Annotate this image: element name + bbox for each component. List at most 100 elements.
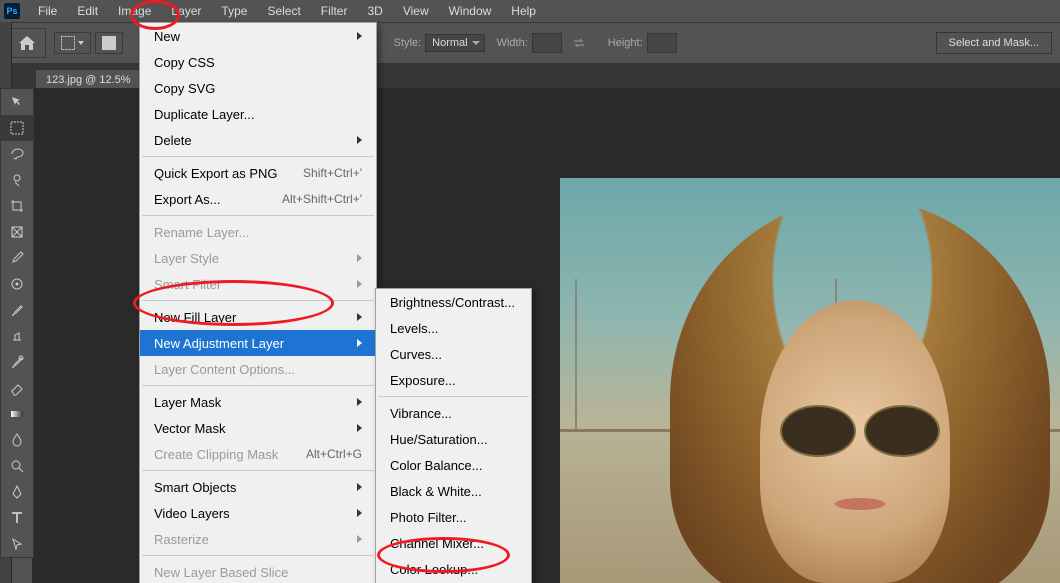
dodge-tool[interactable] — [1, 453, 33, 479]
adjustment-menu-channel-mixer[interactable]: Channel Mixer... — [376, 530, 531, 556]
menu-type[interactable]: Type — [211, 1, 257, 21]
menu-item-label: Rename Layer... — [154, 225, 249, 240]
layer-menu-new-adjustment-layer[interactable]: New Adjustment Layer — [140, 330, 376, 356]
swap-icon[interactable] — [572, 36, 586, 50]
type-tool[interactable] — [1, 505, 33, 531]
quick-select-tool[interactable] — [1, 167, 33, 193]
menu-item-label: New Layer Based Slice — [154, 565, 288, 580]
menu-item-label: New Fill Layer — [154, 310, 236, 325]
blur-tool-icon — [9, 432, 25, 448]
brush-tool-icon — [9, 302, 25, 318]
menu-file[interactable]: File — [28, 1, 67, 21]
menu-edit[interactable]: Edit — [67, 1, 108, 21]
layer-menu-layer-mask[interactable]: Layer Mask — [140, 389, 376, 415]
height-label: Height: — [608, 37, 643, 49]
menu-item-label: Copy CSS — [154, 55, 215, 70]
path-select-tool-icon — [9, 536, 25, 552]
spot-heal-tool-icon — [9, 276, 25, 292]
type-tool-icon — [9, 510, 25, 526]
menu-item-shortcut: Alt+Shift+Ctrl+' — [282, 192, 362, 206]
submenu-arrow-icon — [357, 339, 362, 347]
adjustment-menu-color-balance[interactable]: Color Balance... — [376, 452, 531, 478]
gradient-tool[interactable] — [1, 401, 33, 427]
adjustment-menu-hue-saturation[interactable]: Hue/Saturation... — [376, 426, 531, 452]
menu-item-label: New — [154, 29, 180, 44]
menu-item-label: Quick Export as PNG — [154, 166, 278, 181]
document-image — [560, 178, 1060, 583]
layer-menu-delete[interactable]: Delete — [140, 127, 376, 153]
lasso-tool[interactable] — [1, 141, 33, 167]
menu-item-label: Levels... — [390, 321, 438, 336]
layer-menu-new[interactable]: New — [140, 23, 376, 49]
move-tool[interactable] — [1, 89, 33, 115]
adjustment-menu-brightness-contrast[interactable]: Brightness/Contrast... — [376, 289, 531, 315]
menu-item-label: Photo Filter... — [390, 510, 467, 525]
move-tool-icon — [9, 94, 25, 110]
layer-menu-separator — [142, 215, 374, 216]
menu-window[interactable]: Window — [439, 1, 502, 21]
adjustment-menu-separator — [378, 396, 529, 397]
rectangular-marquee-tool[interactable] — [1, 115, 33, 141]
frame-tool[interactable] — [1, 219, 33, 245]
clone-stamp-tool[interactable] — [1, 323, 33, 349]
eraser-tool[interactable] — [1, 375, 33, 401]
path-select-tool[interactable] — [1, 531, 33, 557]
layer-menu-vector-mask[interactable]: Vector Mask — [140, 415, 376, 441]
history-brush-tool[interactable] — [1, 349, 33, 375]
menu-image[interactable]: Image — [108, 1, 161, 21]
marquee-boolean-button[interactable] — [95, 32, 123, 54]
layer-menu-quick-export-as-png[interactable]: Quick Export as PNG Shift+Ctrl+' — [140, 160, 376, 186]
layer-menu-new-layer-based-slice: New Layer Based Slice — [140, 559, 376, 583]
spot-heal-tool[interactable] — [1, 271, 33, 297]
menu-item-shortcut: Shift+Ctrl+' — [303, 166, 362, 180]
adjustment-menu-levels[interactable]: Levels... — [376, 315, 531, 341]
brush-tool[interactable] — [1, 297, 33, 323]
blur-tool[interactable] — [1, 427, 33, 453]
crop-tool[interactable] — [1, 193, 33, 219]
menu-item-label: Vibrance... — [390, 406, 452, 421]
layer-menu-separator — [142, 156, 374, 157]
menu-item-label: Hue/Saturation... — [390, 432, 488, 447]
layer-menu-copy-css[interactable]: Copy CSS — [140, 49, 376, 75]
crop-tool-icon — [9, 198, 25, 214]
layer-menu-video-layers[interactable]: Video Layers — [140, 500, 376, 526]
layer-menu-new-fill-layer[interactable]: New Fill Layer — [140, 304, 376, 330]
home-icon — [19, 36, 35, 50]
eraser-tool-icon — [9, 380, 25, 396]
adjustment-menu-black-white[interactable]: Black & White... — [376, 478, 531, 504]
menu-help[interactable]: Help — [501, 1, 546, 21]
eyedropper-tool[interactable] — [1, 245, 33, 271]
menu-item-label: Black & White... — [390, 484, 482, 499]
pen-tool[interactable] — [1, 479, 33, 505]
submenu-arrow-icon — [357, 280, 362, 288]
layer-menu-copy-svg[interactable]: Copy SVG — [140, 75, 376, 101]
home-button[interactable] — [8, 28, 46, 58]
adjustment-menu-color-lookup[interactable]: Color Lookup... — [376, 556, 531, 582]
menu-layer[interactable]: Layer — [161, 1, 211, 21]
adjustment-menu-exposure[interactable]: Exposure... — [376, 367, 531, 393]
menu-item-label: Exposure... — [390, 373, 456, 388]
menu-item-label: Smart Filter — [154, 277, 221, 292]
select-and-mask-button[interactable]: Select and Mask... — [936, 32, 1053, 54]
marquee-mode-button[interactable] — [54, 32, 91, 54]
adjustment-menu-curves[interactable]: Curves... — [376, 341, 531, 367]
adjustment-menu-vibrance[interactable]: Vibrance... — [376, 400, 531, 426]
style-select[interactable]: Normal — [425, 34, 484, 52]
height-field[interactable] — [647, 33, 677, 53]
width-field[interactable] — [532, 33, 562, 53]
menu-3d[interactable]: 3D — [357, 1, 392, 21]
document-tab[interactable]: 123.jpg @ 12.5% — [36, 70, 142, 90]
layer-menu-rasterize: Rasterize — [140, 526, 376, 552]
menu-filter[interactable]: Filter — [311, 1, 358, 21]
menu-item-label: Copy SVG — [154, 81, 215, 96]
menu-view[interactable]: View — [393, 1, 439, 21]
menu-select[interactable]: Select — [257, 1, 310, 21]
layer-menu-duplicate-layer[interactable]: Duplicate Layer... — [140, 101, 376, 127]
menu-item-label: Layer Mask — [154, 395, 221, 410]
layer-menu-smart-objects[interactable]: Smart Objects — [140, 474, 376, 500]
layer-menu-export-as[interactable]: Export As...Alt+Shift+Ctrl+' — [140, 186, 376, 212]
menu-item-label: Duplicate Layer... — [154, 107, 254, 122]
adjustment-menu-photo-filter[interactable]: Photo Filter... — [376, 504, 531, 530]
submenu-arrow-icon — [357, 424, 362, 432]
menu-item-label: Channel Mixer... — [390, 536, 484, 551]
